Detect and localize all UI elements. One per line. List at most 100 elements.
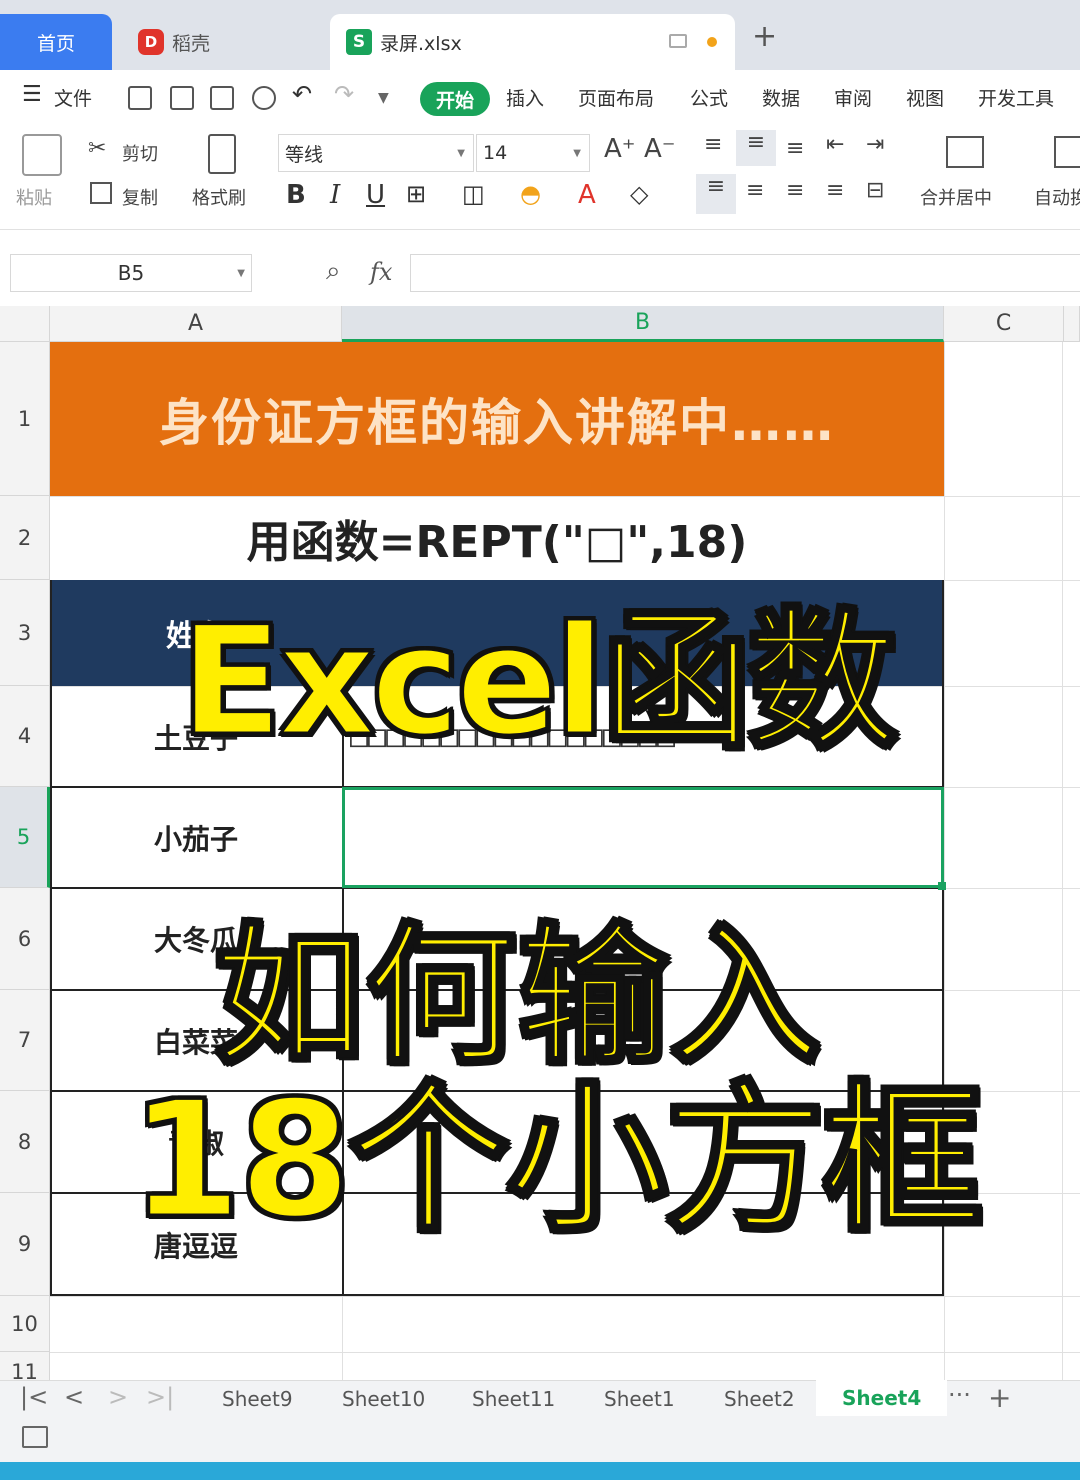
name-cell-row5[interactable]: 小茄子 bbox=[50, 787, 342, 888]
add-sheet-button[interactable]: + bbox=[988, 1381, 1011, 1414]
name-box[interactable]: B5 ▼ bbox=[10, 254, 252, 292]
row-header-9[interactable]: 9 bbox=[0, 1193, 50, 1296]
column-header-d[interactable] bbox=[1064, 306, 1080, 342]
unsaved-dot-icon bbox=[707, 37, 717, 47]
tab-bar: 首页 D 稻壳 S 录屏.xlsx + bbox=[0, 0, 1080, 70]
macro-icon[interactable] bbox=[22, 1426, 48, 1448]
menu-start[interactable]: 开始 bbox=[420, 82, 490, 116]
first-sheet-icon[interactable]: |< bbox=[20, 1383, 48, 1411]
tab-daoke[interactable]: D 稻壳 bbox=[120, 14, 320, 70]
row-header-10[interactable]: 10 bbox=[0, 1296, 50, 1352]
indent-decrease-icon[interactable]: ⇤ bbox=[826, 132, 844, 157]
column-header-c[interactable]: C bbox=[944, 306, 1064, 342]
cut-button[interactable]: 剪切 bbox=[122, 140, 158, 166]
align-center-icon[interactable]: ≡ bbox=[746, 178, 764, 203]
sheet-tab-active[interactable]: Sheet4 bbox=[816, 1380, 948, 1416]
align-left-icon[interactable]: ≡ bbox=[696, 174, 736, 214]
fill-color-icon[interactable]: ◓ bbox=[520, 180, 541, 208]
paste-icon[interactable] bbox=[22, 134, 62, 176]
zoom-search-icon[interactable]: ⌕ bbox=[326, 256, 341, 287]
row-header-11[interactable]: 11 bbox=[0, 1352, 50, 1380]
new-tab-button[interactable]: + bbox=[752, 22, 777, 52]
chevron-down-icon: ▼ bbox=[237, 267, 245, 279]
menu-view[interactable]: 视图 bbox=[906, 84, 944, 111]
undo-icon[interactable]: ↶ bbox=[292, 80, 312, 108]
clear-format-icon[interactable]: ◇ bbox=[630, 180, 648, 208]
row-header-7[interactable]: 7 bbox=[0, 990, 50, 1091]
menu-formulas[interactable]: 公式 bbox=[690, 84, 728, 111]
decrease-font-icon[interactable]: A⁻ bbox=[644, 134, 676, 164]
daoke-logo-icon: D bbox=[138, 29, 164, 55]
column-header-b[interactable]: B bbox=[342, 306, 944, 342]
row-header-8[interactable]: 8 bbox=[0, 1091, 50, 1193]
export-icon[interactable] bbox=[170, 86, 194, 110]
merge-center-button[interactable]: 合并居中 bbox=[920, 184, 992, 210]
copy-button[interactable]: 复制 bbox=[122, 184, 158, 210]
row-header-5[interactable]: 5 bbox=[0, 787, 50, 888]
column-header-a[interactable]: A bbox=[50, 306, 342, 342]
menu-file[interactable]: 文件 bbox=[54, 84, 92, 111]
align-bottom-icon[interactable]: ≡ bbox=[786, 136, 804, 161]
gridline bbox=[1062, 342, 1063, 1380]
row-header-6[interactable]: 6 bbox=[0, 888, 50, 990]
sheet-tab[interactable]: Sheet10 bbox=[342, 1387, 425, 1411]
formula-bar: B5 ▼ ⌕ fx bbox=[0, 236, 1080, 306]
select-all-corner[interactable] bbox=[0, 306, 50, 342]
gridline bbox=[342, 1296, 343, 1380]
row-header-2[interactable]: 2 bbox=[0, 496, 50, 580]
next-sheet-icon[interactable]: > bbox=[108, 1383, 128, 1411]
sheet-tab[interactable]: Sheet1 bbox=[604, 1387, 675, 1411]
distribute-icon[interactable]: ⊟ bbox=[866, 178, 884, 203]
font-size-select[interactable]: 14 ▼ bbox=[476, 134, 590, 172]
row-header-3[interactable]: 3 bbox=[0, 580, 50, 686]
font-color-icon[interactable]: A bbox=[578, 180, 596, 210]
sheet-tab[interactable]: Sheet11 bbox=[472, 1387, 555, 1411]
print-preview-icon[interactable] bbox=[252, 86, 276, 110]
save-icon[interactable] bbox=[128, 86, 152, 110]
formula-input[interactable] bbox=[410, 254, 1080, 292]
more-dropdown-icon[interactable]: ▼ bbox=[378, 90, 389, 106]
menu-insert[interactable]: 插入 bbox=[506, 84, 544, 111]
prev-sheet-icon[interactable]: < bbox=[64, 1383, 84, 1411]
tab-home[interactable]: 首页 bbox=[0, 14, 112, 70]
auto-wrap-button[interactable]: 自动换 bbox=[1034, 184, 1080, 210]
indent-increase-icon[interactable]: ⇥ bbox=[866, 132, 884, 157]
fill-shape-icon[interactable]: ◫ bbox=[462, 180, 485, 208]
hamburger-icon[interactable]: ☰ bbox=[22, 82, 42, 107]
italic-button[interactable]: I bbox=[330, 180, 340, 210]
redo-icon[interactable]: ↷ bbox=[334, 80, 354, 108]
bold-button[interactable]: B bbox=[286, 180, 306, 210]
copy-icon bbox=[90, 182, 112, 204]
border-icon[interactable]: ⊞ bbox=[406, 180, 426, 208]
last-sheet-icon[interactable]: >| bbox=[146, 1383, 174, 1411]
increase-font-icon[interactable]: A⁺ bbox=[604, 134, 636, 164]
align-right-icon[interactable]: ≡ bbox=[786, 178, 804, 203]
menu-developer[interactable]: 开发工具 bbox=[978, 84, 1054, 111]
sheet-tab-bar: |< < > >| Sheet9 Sheet10 Sheet11 Sheet1 … bbox=[0, 1380, 1080, 1416]
fill-handle[interactable] bbox=[938, 882, 946, 890]
cell-reference: B5 bbox=[117, 261, 145, 285]
menu-data[interactable]: 数据 bbox=[762, 84, 800, 111]
sheet-tab[interactable]: Sheet9 bbox=[222, 1387, 293, 1411]
spreadsheet-logo-icon: S bbox=[346, 29, 372, 55]
title-cell[interactable]: 身份证方框的输入讲解中…… bbox=[50, 342, 944, 496]
underline-button[interactable]: U bbox=[366, 180, 385, 210]
row-header-4[interactable]: 4 bbox=[0, 686, 50, 787]
menu-review[interactable]: 审阅 bbox=[834, 84, 872, 111]
format-painter-icon bbox=[208, 134, 236, 174]
menu-page-layout[interactable]: 页面布局 bbox=[578, 84, 654, 111]
row-header-1[interactable]: 1 bbox=[0, 342, 50, 496]
align-middle-icon[interactable]: ≡ bbox=[736, 130, 776, 166]
paste-button[interactable]: 粘贴 bbox=[16, 184, 52, 210]
justify-icon[interactable]: ≡ bbox=[826, 178, 844, 203]
selected-cell-b5[interactable] bbox=[342, 787, 944, 888]
fx-icon[interactable]: fx bbox=[370, 258, 392, 286]
more-sheets-icon[interactable]: ··· bbox=[948, 1381, 971, 1409]
align-top-icon[interactable]: ≡ bbox=[704, 132, 722, 157]
sheet-tab[interactable]: Sheet2 bbox=[724, 1387, 795, 1411]
format-painter-button[interactable]: 格式刷 bbox=[192, 184, 246, 210]
font-name-select[interactable]: 等线 ▼ bbox=[278, 134, 474, 172]
print-icon[interactable] bbox=[210, 86, 234, 110]
tab-file[interactable]: S 录屏.xlsx bbox=[330, 14, 735, 70]
monitor-icon[interactable] bbox=[669, 34, 687, 48]
